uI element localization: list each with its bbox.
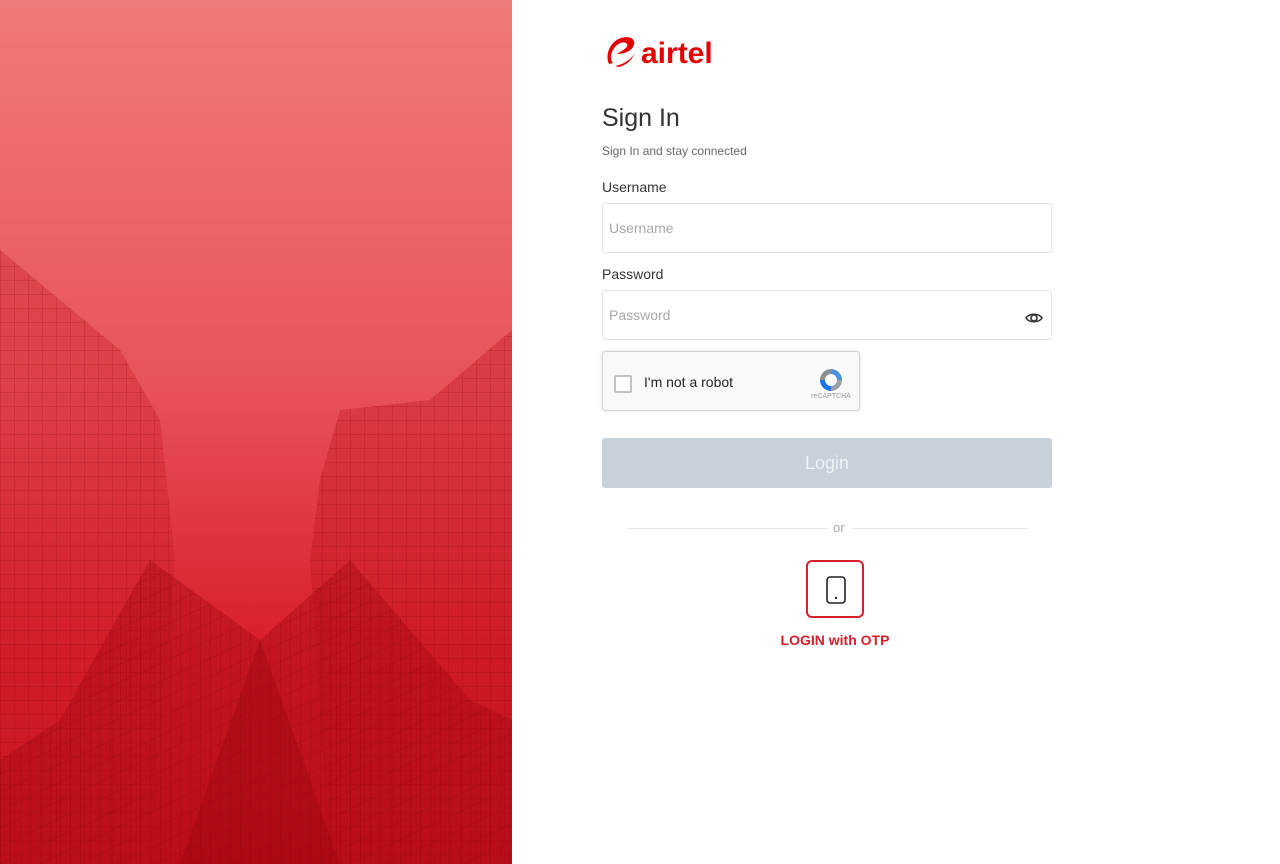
page-subtitle: Sign In and stay connected [602, 144, 747, 158]
login-button[interactable]: Login [602, 438, 1052, 488]
password-input[interactable] [602, 290, 1052, 340]
recaptcha-brand-text: reCAPTCHA [811, 393, 851, 400]
buildings-illustration [0, 250, 512, 864]
recaptcha-widget: I'm not a robot reCAPTCHA [602, 351, 860, 411]
divider-or-text: or [833, 520, 845, 535]
divider-line-right [853, 528, 1027, 529]
password-label: Password [602, 266, 664, 282]
hero-background-image [0, 0, 512, 864]
otp-login-label[interactable]: LOGIN with OTP [760, 632, 910, 648]
username-label: Username [602, 179, 667, 195]
recaptcha-label: I'm not a robot [644, 374, 734, 390]
airtel-swirl-icon [607, 37, 635, 67]
recaptcha-logo-icon [820, 369, 842, 391]
airtel-logo: airtel [607, 37, 713, 70]
page-title: Sign In [602, 104, 680, 132]
otp-login-button[interactable] [806, 560, 864, 618]
username-input[interactable] [602, 203, 1052, 253]
mobile-phone-icon [826, 576, 846, 604]
airtel-wordmark: airtel [641, 37, 713, 70]
eye-icon[interactable] [1024, 308, 1044, 328]
recaptcha-checkbox[interactable] [614, 375, 632, 393]
divider-line-left [627, 528, 827, 529]
